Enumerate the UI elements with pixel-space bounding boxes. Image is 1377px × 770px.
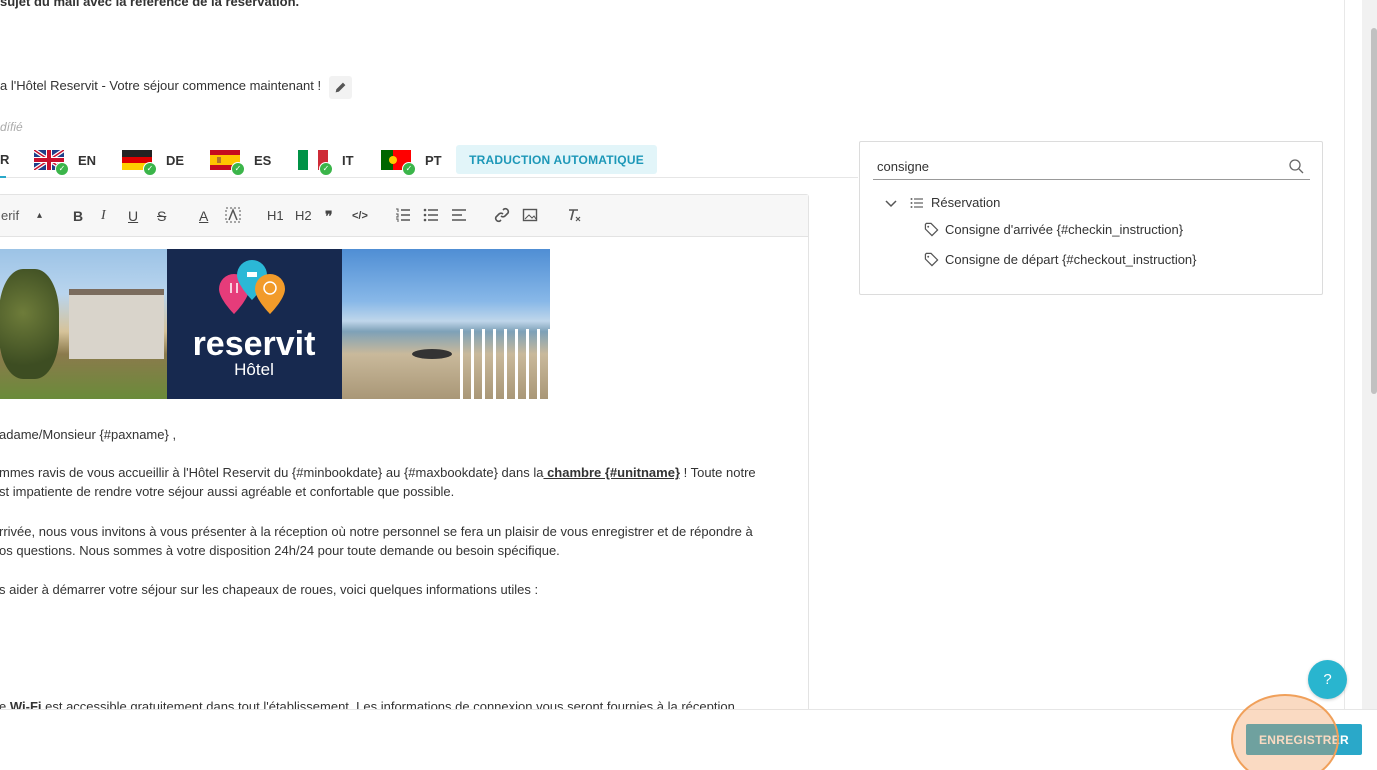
tab-label: R bbox=[0, 151, 10, 167]
heading2-button[interactable]: H2 bbox=[295, 207, 312, 225]
variable-search-input[interactable] bbox=[877, 154, 1277, 178]
paragraph-text: st impatiente de rendre votre séjour aus… bbox=[0, 484, 455, 499]
text-color-button[interactable]: A bbox=[199, 207, 208, 225]
footer-bar bbox=[0, 709, 1377, 770]
save-button[interactable]: ENREGISTRER bbox=[1246, 724, 1362, 755]
tab-label: DE bbox=[166, 152, 185, 168]
reservit-logo: reservit Hôtel bbox=[167, 249, 342, 399]
hotel-photo bbox=[0, 249, 167, 399]
italy-flag-icon: ✓ bbox=[298, 150, 333, 176]
tree-group-reservation[interactable]: Réservation bbox=[884, 195, 1000, 210]
language-tabs: R ✓ EN ✓ DE ✓ ES ✓ IT ✓ PT TRADUCTION AU… bbox=[0, 142, 858, 178]
paragraph-arrival: rrivée, nous vous invitons à vous présen… bbox=[0, 522, 753, 560]
tab-en[interactable]: ✓ EN bbox=[32, 142, 97, 178]
underline-button[interactable]: U bbox=[128, 207, 138, 225]
paragraph-info-intro: s aider à démarrer votre séjour sur les … bbox=[0, 582, 539, 597]
ordered-list-icon[interactable] bbox=[395, 207, 411, 225]
tab-es[interactable]: ✓ ES bbox=[210, 142, 271, 178]
select-arrows-icon[interactable]: ▴ bbox=[37, 207, 42, 225]
list-icon bbox=[910, 197, 923, 208]
logo-brand-text: reservit bbox=[193, 325, 316, 363]
tab-de[interactable]: ✓ DE bbox=[122, 142, 184, 178]
check-icon: ✓ bbox=[55, 162, 69, 176]
room-link[interactable]: chambre {#unitname} bbox=[543, 465, 680, 480]
search-icon[interactable] bbox=[1288, 158, 1304, 174]
check-icon: ✓ bbox=[231, 162, 245, 176]
hotel-banner-image: reservit Hôtel bbox=[0, 249, 550, 399]
paragraph-text: rrivée, nous vous invitons à vous présen… bbox=[0, 524, 753, 539]
tab-label: ES bbox=[254, 152, 272, 168]
rich-text-editor[interactable]: erif ▴ B I U S A H1 H2 ❞ </> reservit Hô… bbox=[0, 194, 809, 754]
variable-search bbox=[873, 154, 1310, 180]
help-button[interactable]: ? bbox=[1308, 660, 1347, 699]
email-subject: a l'Hôtel Reservit - Votre séjour commen… bbox=[0, 78, 322, 93]
tab-label: PT bbox=[425, 152, 442, 168]
spain-flag-icon: ✓ bbox=[210, 150, 245, 176]
tree-item-label: Consigne de départ {#checkout_instructio… bbox=[945, 252, 1197, 267]
bullet-list-icon[interactable] bbox=[423, 207, 439, 225]
scrollbar-thumb[interactable] bbox=[1371, 28, 1377, 394]
align-left-icon[interactable] bbox=[451, 207, 467, 225]
tab-fr[interactable]: R bbox=[0, 142, 10, 178]
tree-group-label: Réservation bbox=[931, 195, 1001, 210]
paragraph-welcome: mmes ravis de vous accueillir à l'Hôtel … bbox=[0, 463, 756, 501]
italic-button[interactable]: I bbox=[101, 207, 106, 225]
strikethrough-button[interactable]: S bbox=[157, 207, 166, 225]
portugal-flag-icon: ✓ bbox=[381, 150, 416, 176]
terrace-photo bbox=[342, 249, 550, 399]
bold-button[interactable]: B bbox=[73, 207, 83, 225]
link-icon[interactable] bbox=[494, 207, 510, 225]
email-subject-hint: sujet du mail avec la référence de la ré… bbox=[0, 0, 300, 9]
pencil-icon bbox=[335, 82, 346, 93]
tree-item-checkin-instruction[interactable]: Consigne d'arrivée {#checkin_instruction… bbox=[924, 222, 1183, 237]
variables-panel: Réservation Consigne d'arrivée {#checkin… bbox=[859, 141, 1323, 295]
check-icon: ✓ bbox=[319, 162, 333, 176]
logo-sub-text: Hôtel bbox=[234, 360, 274, 379]
tag-icon bbox=[924, 222, 939, 237]
auto-translate-button[interactable]: TRADUCTION AUTOMATIQUE bbox=[456, 145, 657, 174]
tab-it[interactable]: ✓ IT bbox=[298, 142, 354, 178]
paragraph-text: os questions. Nous sommes à votre dispos… bbox=[0, 543, 560, 558]
code-button[interactable]: </> bbox=[352, 207, 368, 225]
modified-label: dífié bbox=[0, 120, 23, 134]
tab-label: IT bbox=[342, 152, 354, 168]
font-family-select[interactable]: erif bbox=[1, 207, 19, 225]
blockquote-button[interactable]: ❞ bbox=[325, 207, 333, 225]
highlight-color-icon[interactable] bbox=[225, 207, 241, 225]
image-icon[interactable] bbox=[522, 207, 538, 225]
germany-flag-icon: ✓ bbox=[122, 150, 157, 176]
tab-label: EN bbox=[78, 152, 97, 168]
edit-subject-button[interactable] bbox=[329, 76, 352, 99]
check-icon: ✓ bbox=[143, 162, 157, 176]
content-divider bbox=[1344, 0, 1345, 770]
greeting-text: adame/Monsieur {#paxname} , bbox=[0, 427, 177, 442]
tree-item-label: Consigne d'arrivée {#checkin_instruction… bbox=[945, 222, 1184, 237]
chevron-down-icon[interactable] bbox=[884, 196, 898, 210]
clear-format-icon[interactable] bbox=[566, 207, 582, 225]
uk-flag-icon: ✓ bbox=[32, 148, 69, 176]
check-icon: ✓ bbox=[402, 162, 416, 176]
tag-icon bbox=[924, 252, 939, 267]
paragraph-text: mmes ravis de vous accueillir à l'Hôtel … bbox=[0, 465, 544, 480]
editor-content[interactable]: reservit Hôtel adame/Monsieur {#paxname}… bbox=[0, 237, 808, 755]
tab-pt[interactable]: ✓ PT bbox=[381, 142, 442, 178]
editor-toolbar: erif ▴ B I U S A H1 H2 ❞ </> bbox=[0, 195, 808, 237]
tree-item-checkout-instruction[interactable]: Consigne de départ {#checkout_instructio… bbox=[924, 252, 1197, 267]
heading1-button[interactable]: H1 bbox=[267, 207, 284, 225]
paragraph-text: ! Toute notre bbox=[680, 465, 756, 480]
